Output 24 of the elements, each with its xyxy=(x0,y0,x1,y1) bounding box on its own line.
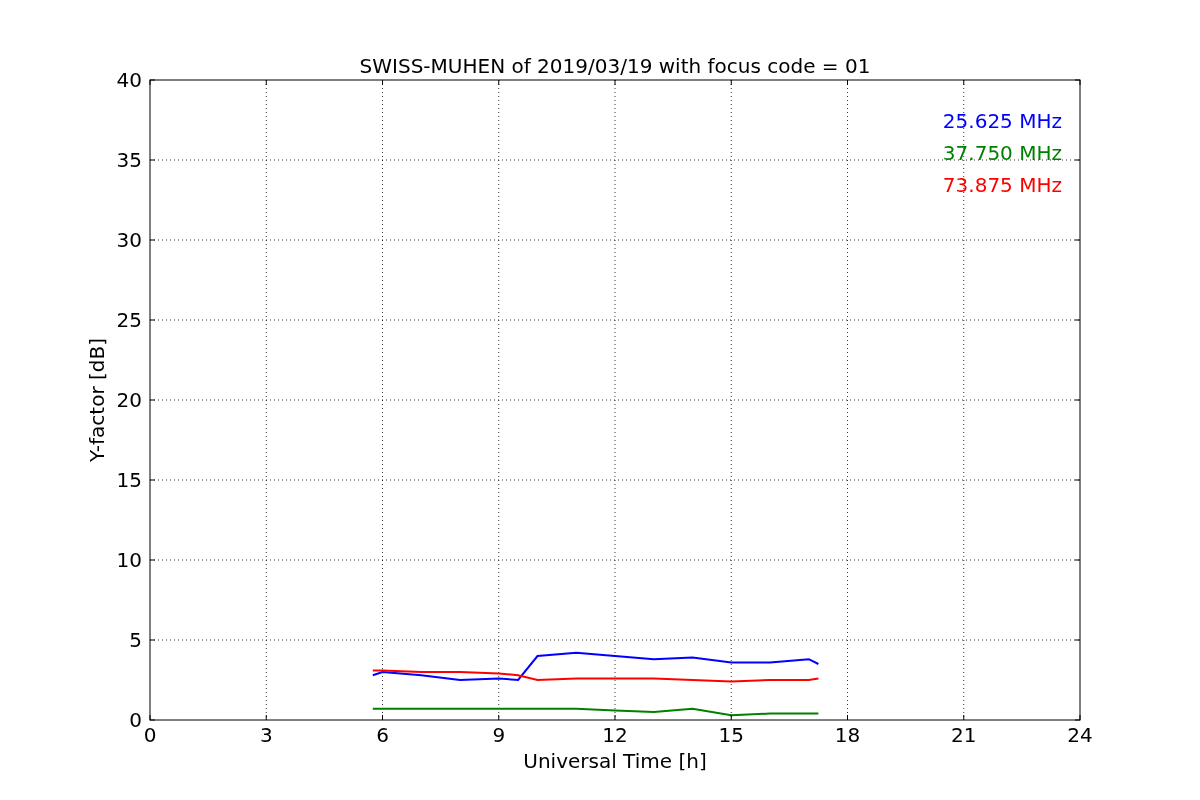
tick-label: 21 xyxy=(951,723,977,747)
tick-label: 15 xyxy=(718,723,744,747)
tick-label: 15 xyxy=(116,468,142,492)
tick-label: 5 xyxy=(129,628,142,652)
tick-label: 0 xyxy=(143,723,157,747)
x-axis-label: Universal Time [h] xyxy=(523,749,707,773)
tick-label: 0 xyxy=(129,708,142,732)
tick-label: 25 xyxy=(116,308,142,332)
legend-entry: 25.625 MHz xyxy=(942,109,1062,133)
tick-label: 18 xyxy=(834,723,861,747)
tick-label: 24 xyxy=(1067,723,1093,747)
legend-entry: 73.875 MHz xyxy=(942,173,1062,197)
legend-entry: 37.750 MHz xyxy=(942,141,1062,165)
tick-label: 9 xyxy=(492,723,506,747)
tick-label: 6 xyxy=(376,723,389,747)
tick-label: 30 xyxy=(116,228,142,252)
chart-title: SWISS-MUHEN of 2019/03/19 with focus code = 01 xyxy=(359,54,871,78)
tick-label: 40 xyxy=(116,68,142,92)
tick-label: 3 xyxy=(259,723,273,747)
tick-label: 10 xyxy=(116,548,142,572)
tick-label: 12 xyxy=(602,723,628,747)
tick-label: 20 xyxy=(116,388,142,412)
tick-label: 35 xyxy=(116,148,142,172)
y-axis-label: Y-factor [dB] xyxy=(85,338,109,462)
